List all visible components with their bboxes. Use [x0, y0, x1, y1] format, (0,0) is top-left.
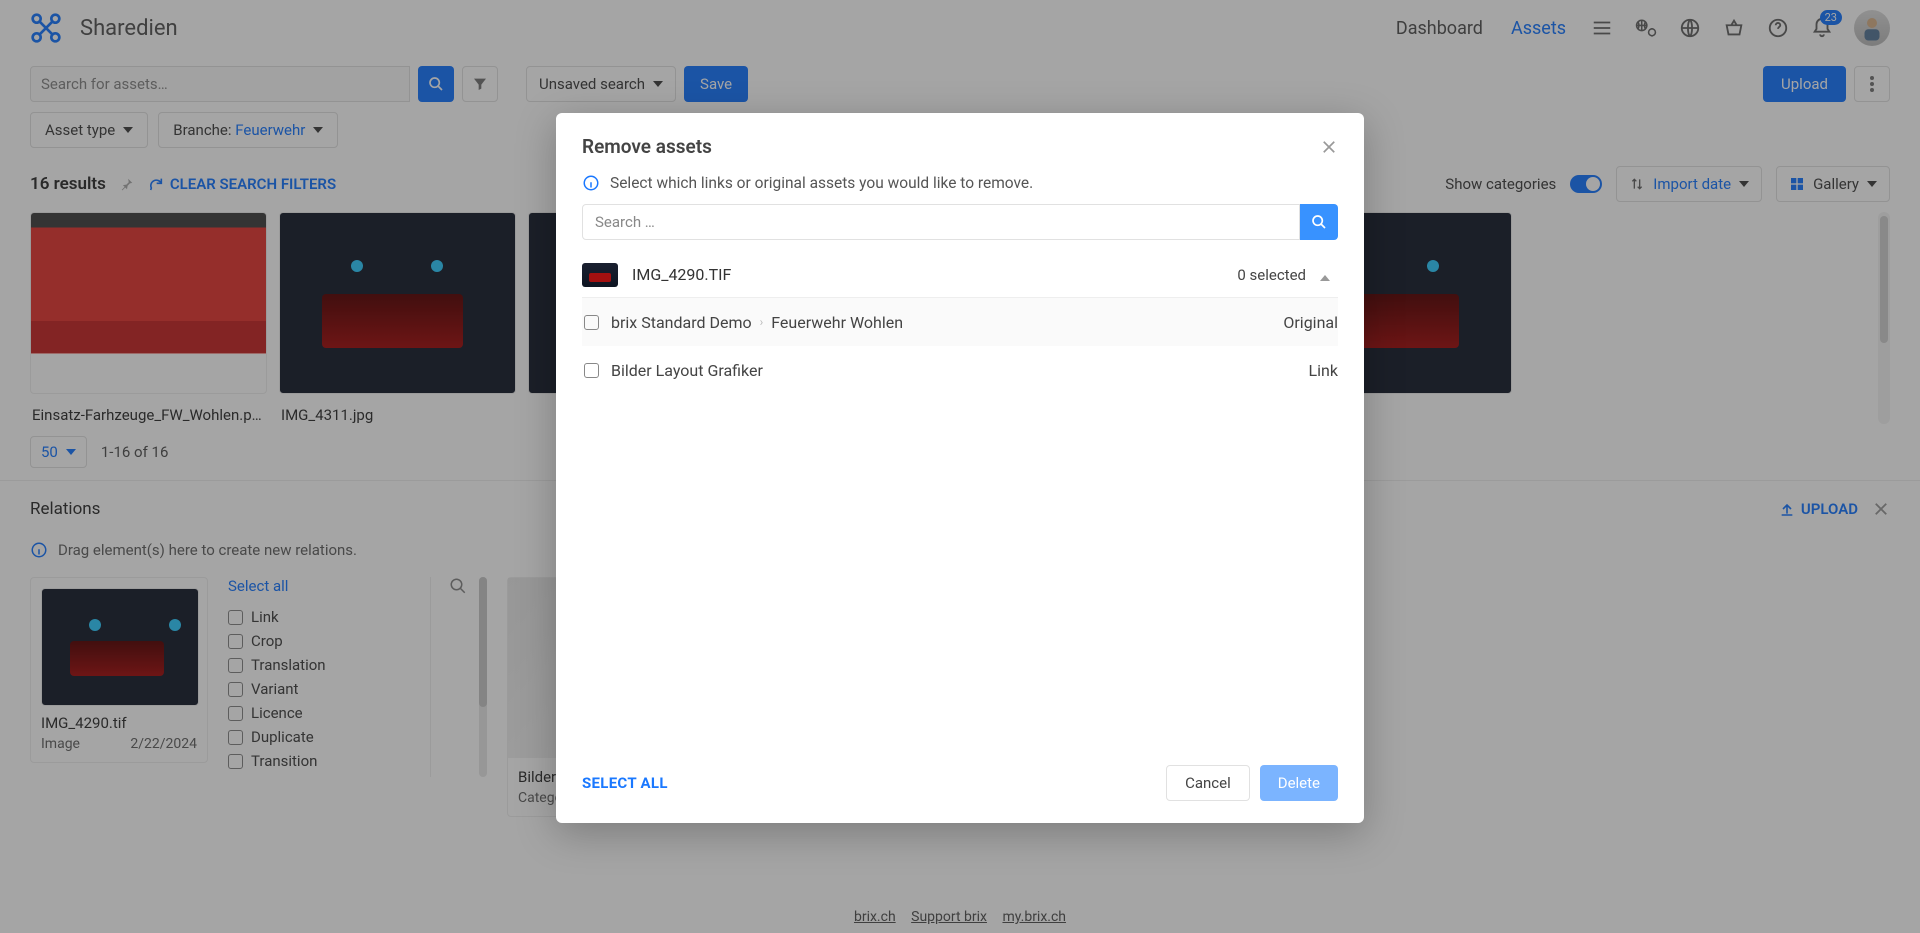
modal-search-input[interactable]: Search … — [582, 204, 1300, 240]
modal-search-button[interactable] — [1300, 204, 1338, 240]
modal-row-path: Bilder Layout Grafiker — [611, 361, 763, 380]
modal-close-button[interactable] — [1320, 138, 1338, 156]
cancel-button[interactable]: Cancel — [1166, 765, 1250, 801]
modal-row[interactable]: brix Standard Demo › Feuerwehr Wohlen Or… — [582, 298, 1338, 346]
info-icon — [582, 174, 600, 192]
close-icon — [1320, 138, 1338, 156]
modal-info-text: Select which links or original assets yo… — [610, 174, 1033, 192]
chevron-up-icon — [1320, 266, 1338, 284]
modal-select-all-button[interactable]: SELECT ALL — [582, 774, 668, 792]
modal-row-type: Link — [1309, 361, 1338, 380]
delete-button[interactable]: Delete — [1260, 765, 1338, 801]
remove-assets-modal: Remove assets Select which links or orig… — [556, 113, 1364, 823]
modal-group-thumb — [582, 263, 618, 287]
checkbox-icon[interactable] — [584, 363, 599, 378]
checkbox-icon[interactable] — [584, 315, 599, 330]
modal-row[interactable]: Bilder Layout Grafiker Link — [582, 346, 1338, 394]
modal-row-type: Original — [1283, 313, 1338, 332]
modal-group-header[interactable]: IMG_4290.TIF 0 selected — [582, 252, 1338, 298]
chevron-right-icon: › — [760, 315, 764, 329]
modal-selected-count: 0 selected — [1237, 266, 1306, 284]
modal-title: Remove assets — [582, 135, 712, 158]
modal-group-title: IMG_4290.TIF — [632, 265, 1223, 284]
modal-row-path: brix Standard Demo › Feuerwehr Wohlen — [611, 313, 903, 332]
